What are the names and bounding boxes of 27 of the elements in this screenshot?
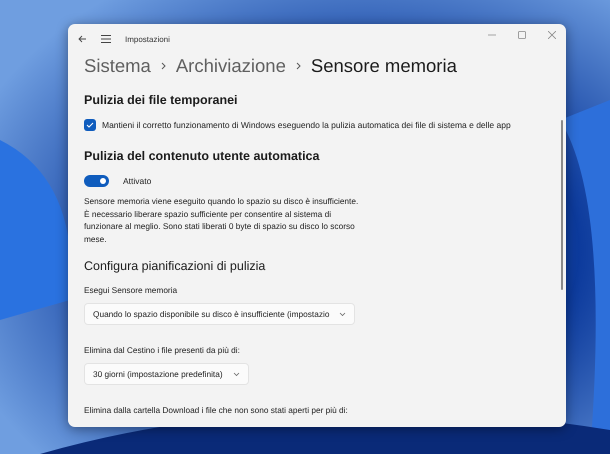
section-heading: Pulizia dei file temporanei (84, 93, 239, 107)
window-title: Impostazioni (125, 34, 170, 44)
section-heading: Pulizia del contenuto utente automatica (84, 149, 320, 163)
section-heading: Configura pianificazioni di pulizia (84, 259, 266, 273)
checkbox[interactable] (84, 119, 96, 131)
checkmark-icon (86, 122, 94, 128)
breadcrumb-item[interactable]: Archiviazione (176, 55, 286, 77)
breadcrumb-item[interactable]: Sistema (84, 55, 151, 77)
chevron-right-icon (160, 62, 166, 70)
toggle-switch[interactable] (84, 175, 109, 187)
menu-icon[interactable] (101, 35, 111, 43)
scrollbar[interactable] (561, 120, 563, 290)
chevron-right-icon (296, 62, 301, 70)
breadcrumb-item[interactable]: Sensore memoria (310, 55, 457, 77)
setting-label: Esegui Sensore memoria (84, 285, 178, 295)
chevron-down-icon (339, 312, 346, 316)
back-arrow-icon[interactable] (78, 35, 87, 43)
toggle-label: Attivato (123, 176, 152, 186)
close-icon[interactable] (548, 31, 556, 39)
dropdown[interactable]: Quando lo spazio disponibile su disco è insufficiente (impostazio (84, 303, 356, 325)
setting-label: Elimina dal Cestino i file presenti da più di: (84, 345, 241, 355)
setting-label: Elimina dalla cartella Download i file che non sono stati aperti per più di: (84, 405, 349, 415)
dropdown[interactable]: 30 giorni (impostazione predefinita) (84, 363, 249, 385)
checkbox-label: Mantieni il corretto funzionamento di Windows eseguendo la pulizia automatica dei file di sistema e delle app (102, 120, 511, 130)
description-text: Sensore memoria viene eseguito quando lo spazio su disco è insufficiente. È necessario liberare spazio sufficiente per consentire al sistema di funzionare al meglio. Sono stati liberati 0 byte di spazio su disco lo scorso mese. (84, 195, 360, 245)
maximize-icon[interactable] (518, 31, 526, 39)
chevron-down-icon (232, 372, 240, 376)
